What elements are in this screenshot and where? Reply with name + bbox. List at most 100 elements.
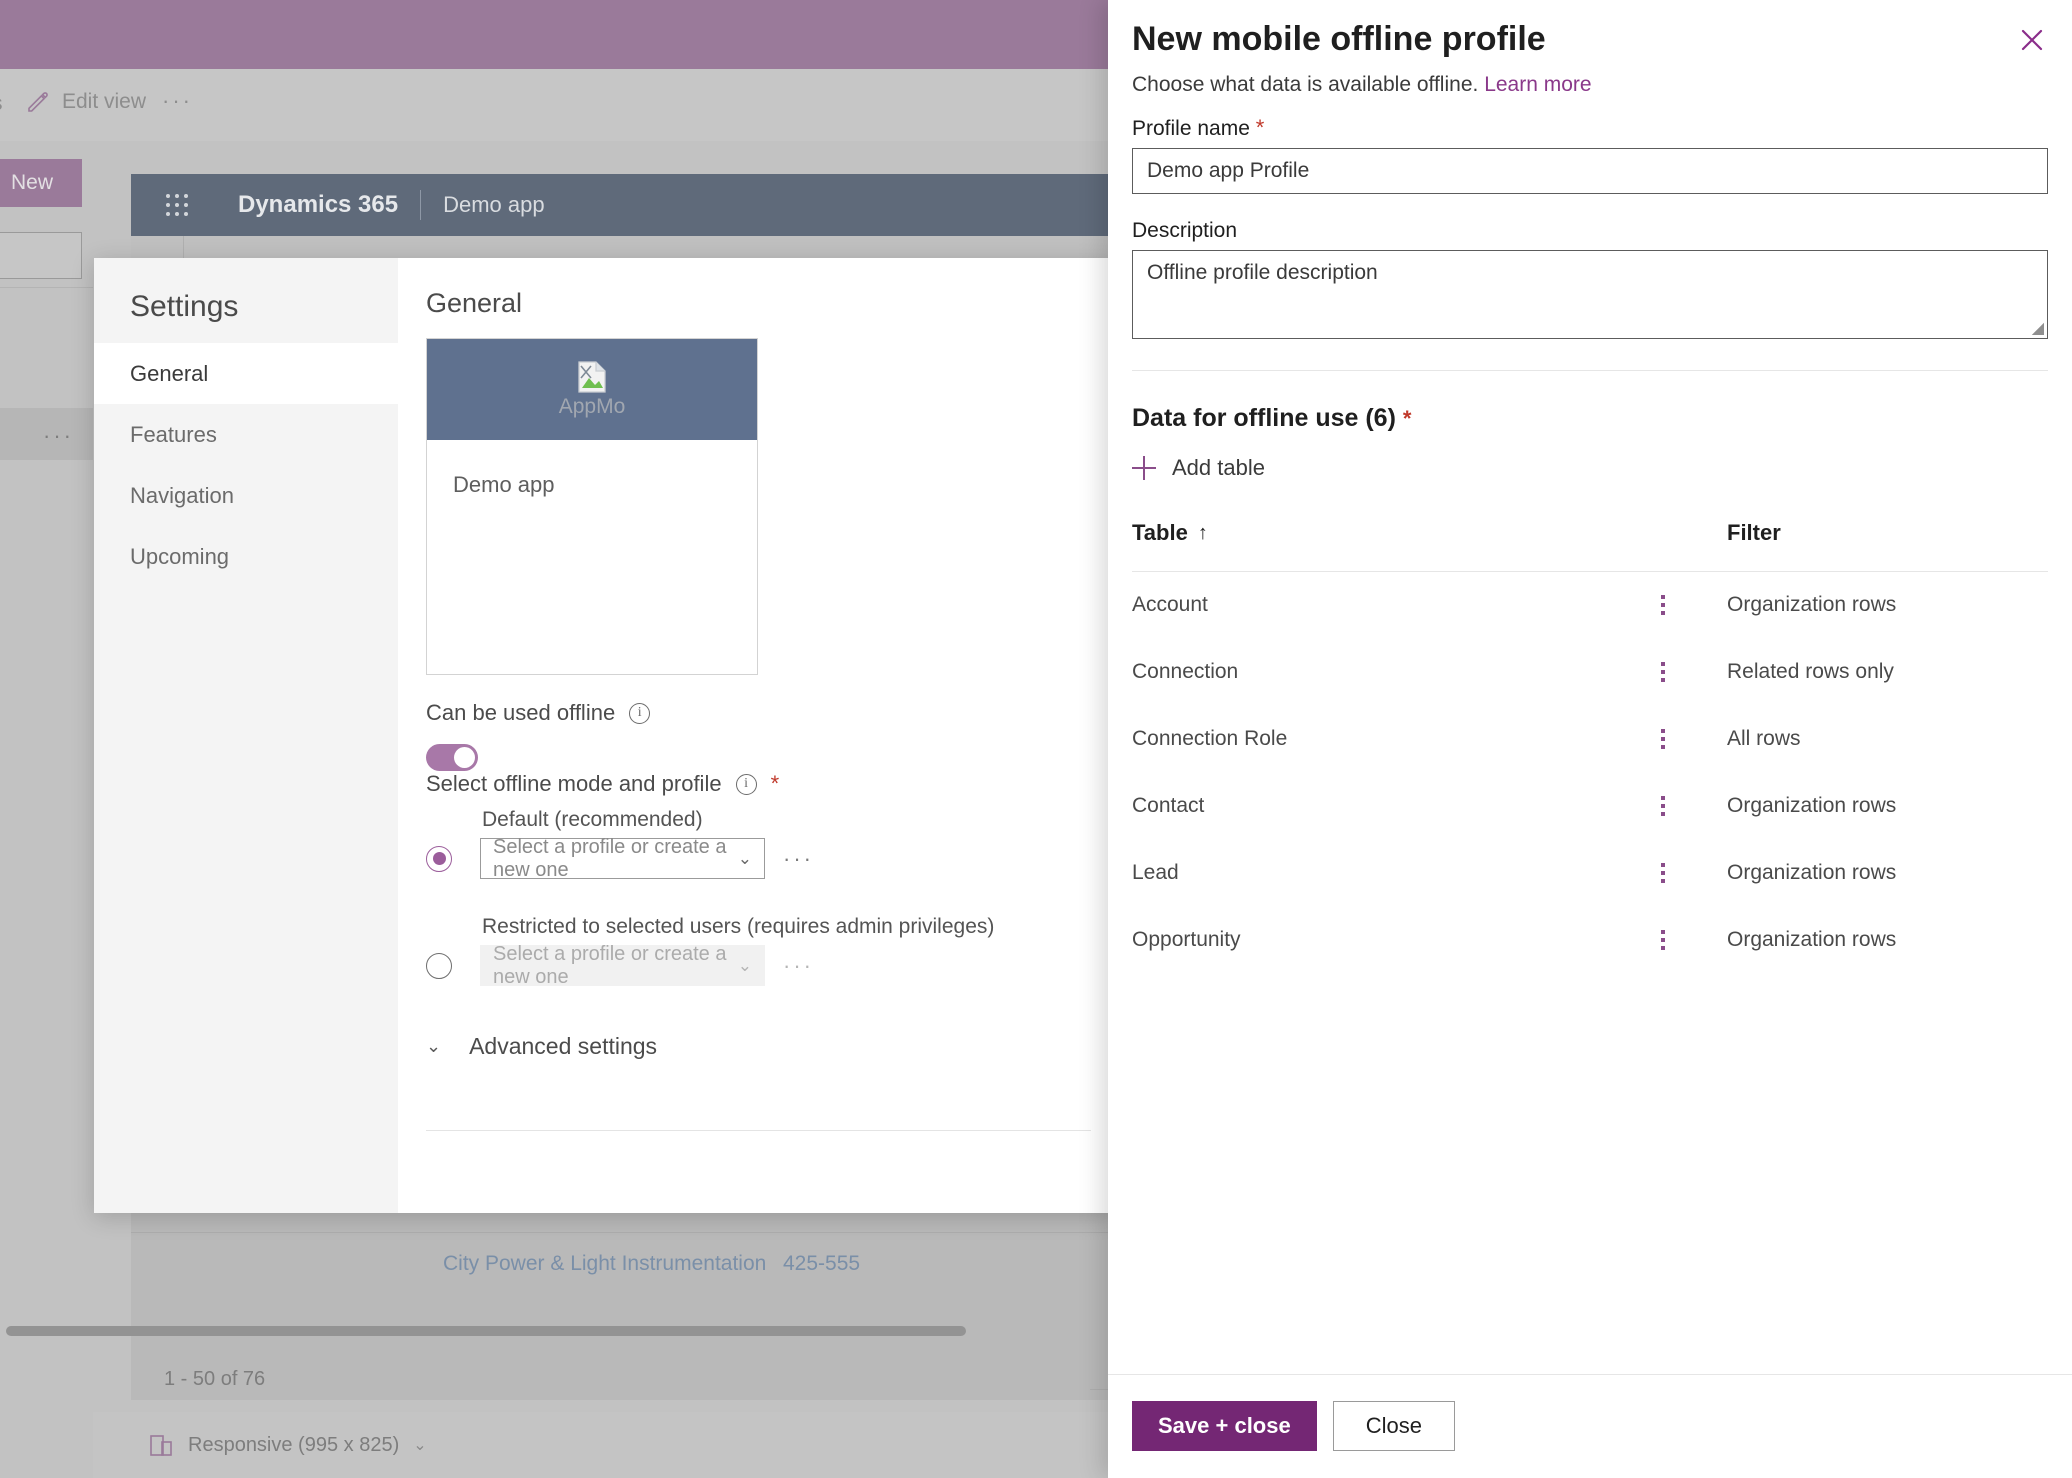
grid-cell-name[interactable]: City Power & Light Instrumentation bbox=[443, 1252, 766, 1276]
can-be-used-offline-toggle[interactable] bbox=[426, 744, 478, 771]
column-header-filter-label: Filter bbox=[1727, 520, 1781, 545]
advanced-settings-toggle[interactable]: ⌄ Advanced settings bbox=[426, 1033, 657, 1060]
app-card-banner: AppMo bbox=[427, 339, 757, 440]
radio-row-restricted[interactable]: Select a profile or create a new one ⌄ ·… bbox=[426, 942, 1086, 988]
settings-sidebar: Settings General Features Navigation Upc… bbox=[94, 258, 398, 1213]
save-and-close-button[interactable]: Save + close bbox=[1132, 1401, 1317, 1451]
close-button[interactable]: Close bbox=[1332, 1401, 1455, 1451]
table-row[interactable]: Opportunity Organization rows bbox=[1132, 906, 2048, 973]
screen: s Edit view ··· New ··· Dynamics 365 bbox=[0, 0, 2072, 1478]
radio-row-default[interactable]: Select a profile or create a new one ⌄ ·… bbox=[426, 836, 1086, 881]
settings-content: General AppMo Demo app Can be used offli… bbox=[398, 258, 1119, 1213]
edit-view-button[interactable]: Edit view bbox=[26, 90, 146, 114]
rail-divider bbox=[0, 287, 93, 288]
new-mobile-offline-profile-panel: New mobile offline profile Choose what d… bbox=[1108, 0, 2072, 1478]
chevron-down-icon[interactable]: ⌄ bbox=[413, 1435, 426, 1455]
row-overflow-menu-icon[interactable] bbox=[1651, 928, 1675, 952]
row-overflow-menu-icon[interactable] bbox=[1651, 861, 1675, 885]
sort-ascending-icon: ↑ bbox=[1197, 521, 1208, 544]
table-row[interactable]: Connection Role All rows bbox=[1132, 705, 2048, 772]
row-overflow-menu-icon[interactable] bbox=[1651, 727, 1675, 751]
info-icon[interactable]: i bbox=[735, 773, 757, 795]
description-label: Description bbox=[1132, 219, 1238, 242]
new-button[interactable]: New bbox=[0, 159, 82, 207]
row-filter-value: All rows bbox=[1727, 726, 1801, 750]
command-bar-overflow-button[interactable]: ··· bbox=[162, 88, 193, 114]
table-row[interactable]: Account Organization rows bbox=[1132, 571, 2048, 638]
sidebar-item-navigation[interactable]: Navigation bbox=[94, 465, 398, 526]
sidebar-item-features[interactable]: Features bbox=[94, 404, 398, 465]
grid-cell-phone: 425-555 bbox=[783, 1252, 861, 1275]
rail-overflow-label: ··· bbox=[43, 423, 74, 448]
settings-dialog: Settings General Features Navigation Upc… bbox=[94, 258, 1119, 1213]
info-icon[interactable]: i bbox=[629, 702, 651, 724]
offline-table-header: Table ↑ Filter bbox=[1132, 520, 2048, 566]
row-filter-value: Organization rows bbox=[1727, 860, 1897, 884]
row-table-name: Contact bbox=[1132, 793, 1205, 817]
column-header-filter[interactable]: Filter bbox=[1727, 520, 1781, 546]
profile-name-input[interactable] bbox=[1132, 148, 2048, 194]
profile-name-label-row: Profile name * bbox=[1132, 115, 1264, 141]
table-row[interactable]: Connection Related rows only bbox=[1132, 638, 2048, 705]
row-table-name: Lead bbox=[1132, 860, 1179, 884]
grid-horizontal-scrollbar[interactable] bbox=[6, 1326, 966, 1336]
table-row[interactable]: Contact Organization rows bbox=[1132, 772, 2048, 839]
radio-dot bbox=[432, 852, 446, 865]
command-bar-truncated-item[interactable]: s bbox=[0, 92, 3, 116]
grid-pagination-label: 1 - 50 of 76 bbox=[164, 1368, 266, 1390]
required-indicator: * bbox=[1402, 406, 1412, 431]
edit-view-label: Edit view bbox=[62, 90, 147, 113]
restricted-profile-placeholder: Select a profile or create a new one bbox=[493, 942, 727, 988]
responsive-device-icon bbox=[149, 1433, 174, 1458]
waffle-icon[interactable] bbox=[166, 194, 188, 216]
broken-image-icon bbox=[578, 360, 606, 393]
settings-divider bbox=[426, 1130, 1091, 1131]
row-overflow-menu-icon[interactable] bbox=[1651, 660, 1675, 684]
sidebar-item-upcoming[interactable]: Upcoming bbox=[94, 526, 398, 587]
add-table-button[interactable]: Add table bbox=[1132, 455, 1265, 481]
d365-app-header: Dynamics 365 Demo app bbox=[131, 174, 1120, 236]
row-overflow-menu-icon[interactable] bbox=[1651, 794, 1675, 818]
offline-mode-label-row: Select offline mode and profile i * bbox=[426, 771, 779, 797]
offline-mode-label: Select offline mode and profile bbox=[426, 771, 722, 796]
plus-icon bbox=[1132, 456, 1156, 480]
radio-default[interactable] bbox=[426, 845, 452, 872]
chevron-down-icon: ⌄ bbox=[737, 955, 752, 975]
column-header-table[interactable]: Table ↑ bbox=[1132, 520, 1208, 546]
description-textarea[interactable] bbox=[1132, 250, 2048, 339]
sidebar-item-label: Upcoming bbox=[130, 543, 230, 569]
default-profile-overflow-button[interactable]: ··· bbox=[783, 846, 814, 872]
radio-restricted[interactable] bbox=[426, 952, 452, 979]
offline-toggle-label: Can be used offline bbox=[426, 700, 616, 725]
rail-overflow-button[interactable]: ··· bbox=[43, 423, 74, 449]
chevron-down-icon: ⌄ bbox=[737, 848, 752, 868]
required-indicator: * bbox=[770, 771, 780, 796]
chevron-down-icon: ⌄ bbox=[426, 1036, 442, 1056]
toggle-knob bbox=[454, 747, 475, 768]
preview-status-bar: Responsive (995 x 825) ⌄ bbox=[93, 1412, 1120, 1478]
learn-more-link[interactable]: Learn more bbox=[1484, 73, 1591, 96]
row-table-name: Connection Role bbox=[1132, 726, 1288, 750]
textarea-resize-grip[interactable]: ◢ bbox=[2032, 318, 2044, 338]
data-section-heading: Data for offline use (6) bbox=[1132, 404, 1396, 432]
offline-mode-radio-group: Default (recommended) Select a profile o… bbox=[426, 808, 1086, 988]
column-header-table-label: Table bbox=[1132, 520, 1188, 545]
new-button-label: New bbox=[10, 171, 53, 194]
radio-option-label-default: Default (recommended) bbox=[482, 808, 703, 831]
row-filter-value: Related rows only bbox=[1727, 659, 1894, 683]
d365-brand-label: Dynamics 365 bbox=[238, 191, 399, 218]
default-profile-combobox[interactable]: Select a profile or create a new one ⌄ bbox=[480, 836, 765, 881]
radio-option-label-restricted: Restricted to selected users (requires a… bbox=[482, 915, 995, 938]
rail-search-box[interactable] bbox=[0, 232, 82, 279]
command-bar-overflow-label: ··· bbox=[162, 88, 193, 113]
close-icon[interactable] bbox=[2014, 22, 2050, 58]
row-table-name: Account bbox=[1132, 592, 1208, 616]
restricted-profile-combobox: Select a profile or create a new one ⌄ bbox=[480, 942, 765, 988]
offline-toggle-label-row: Can be used offline i bbox=[426, 700, 651, 726]
table-row[interactable]: City Power & Light Instrumentation 425-5… bbox=[131, 1233, 1120, 1295]
row-table-name: Connection bbox=[1132, 659, 1239, 683]
header-divider bbox=[420, 190, 422, 220]
sidebar-item-general[interactable]: General bbox=[94, 343, 398, 404]
table-row[interactable]: Lead Organization rows bbox=[1132, 839, 2048, 906]
row-overflow-menu-icon[interactable] bbox=[1651, 593, 1675, 617]
